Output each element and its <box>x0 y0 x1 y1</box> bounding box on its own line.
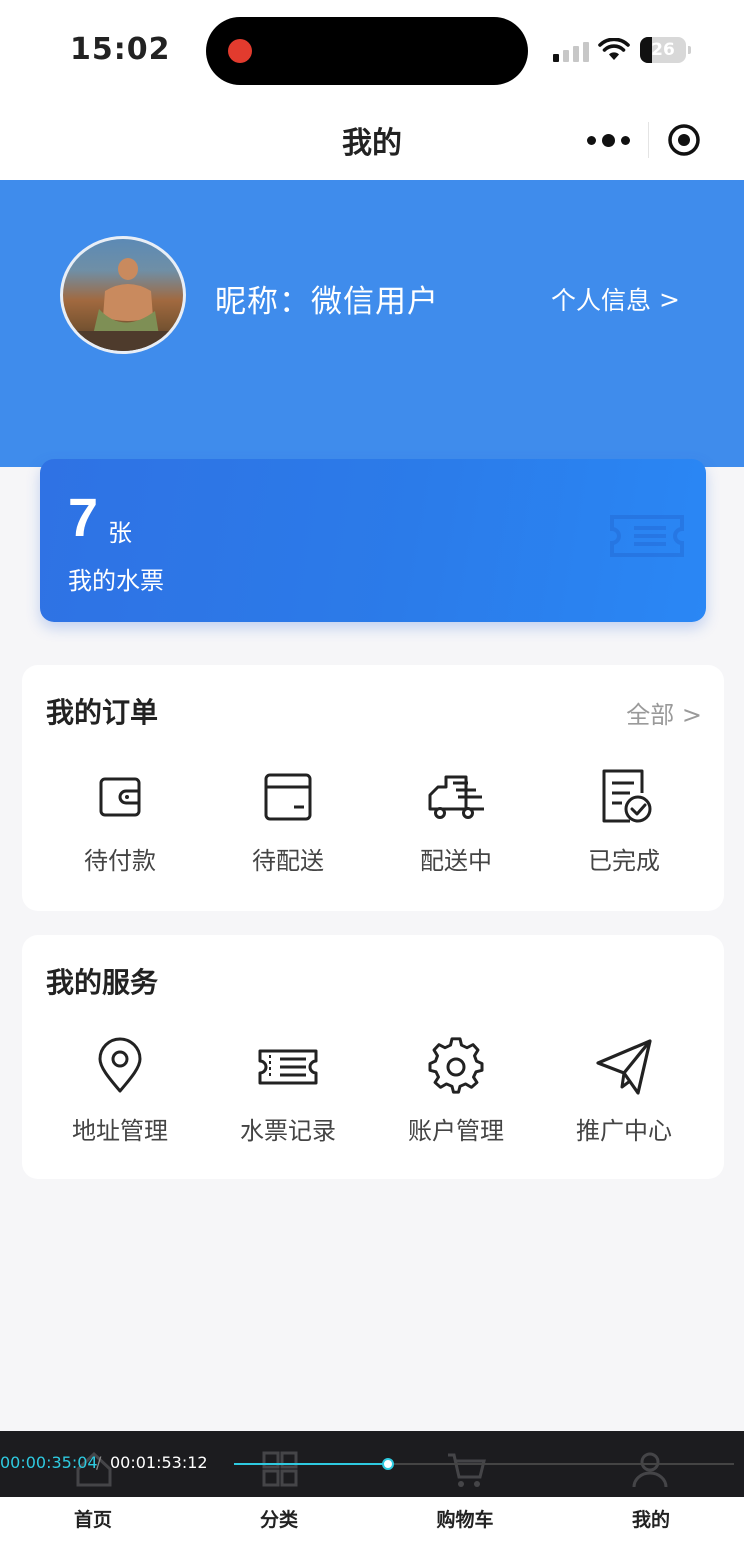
orders-grid: 待付款 待配送 配送中 已完成 <box>22 767 724 876</box>
services-grid: 地址管理 水票记录 账户管理 推广中心 <box>22 1037 724 1146</box>
order-item-label: 已完成 <box>588 847 660 875</box>
tab-label: 我的 <box>631 1509 670 1531</box>
close-miniprogram-button[interactable] <box>649 108 718 172</box>
miniprogram-capsule <box>568 108 718 172</box>
status-bar: 15:02 26 <box>0 0 744 100</box>
order-item-label: 待配送 <box>252 847 324 875</box>
avatar[interactable] <box>60 236 186 354</box>
order-pending-delivery[interactable]: 待配送 <box>204 767 372 876</box>
cellular-signal-icon <box>553 40 589 62</box>
service-item-label: 地址管理 <box>72 1117 168 1145</box>
personal-info-link[interactable]: 个人信息 > <box>551 281 680 317</box>
order-pending-payment[interactable]: 待付款 <box>36 767 204 876</box>
service-promotion-center[interactable]: 推广中心 <box>540 1037 708 1146</box>
ticket-count: 7 <box>68 488 99 548</box>
video-time-separator: / <box>96 1453 102 1472</box>
navigation-bar: 我的 <box>0 100 744 180</box>
location-pin-icon <box>98 1037 142 1093</box>
video-current-time: 00:00:35:04 <box>0 1453 98 1472</box>
orders-panel: 我的订单 全部 > 待付款 待配送 配送中 已完成 <box>22 665 724 911</box>
cart-icon <box>448 1453 486 1487</box>
video-progress-bar[interactable]: 00:00:35:04 / 00:01:53:12 <box>0 1431 744 1497</box>
tab-label: 购物车 <box>436 1509 494 1531</box>
service-account-management[interactable]: 账户管理 <box>372 1037 540 1146</box>
video-total-time: 00:01:53:12 <box>110 1453 208 1472</box>
chevron-right-icon: > <box>659 284 680 314</box>
personal-info-label: 个人信息 <box>551 286 652 315</box>
water-ticket-card[interactable]: 7 张 我的水票 <box>40 459 706 622</box>
paper-plane-icon <box>596 1039 652 1095</box>
orders-title: 我的订单 <box>46 696 159 729</box>
status-time: 15:02 <box>70 32 171 67</box>
user-icon <box>632 1452 668 1488</box>
tab-label: 分类 <box>259 1509 298 1531</box>
ticket-icon <box>258 1049 318 1085</box>
ticket-watermark-icon <box>610 515 684 557</box>
gear-icon <box>428 1037 484 1094</box>
grid-icon <box>262 1451 298 1487</box>
order-item-label: 待付款 <box>84 847 156 875</box>
service-ticket-records[interactable]: 水票记录 <box>204 1037 372 1146</box>
tab-category[interactable]: 分类 <box>186 1497 372 1557</box>
completed-document-icon <box>602 769 652 823</box>
video-seek-handle[interactable] <box>382 1458 394 1470</box>
service-item-label: 推广中心 <box>576 1117 672 1145</box>
order-in-delivery[interactable]: 配送中 <box>372 767 540 876</box>
more-options-button[interactable] <box>568 108 648 172</box>
service-item-label: 水票记录 <box>240 1117 336 1145</box>
wifi-icon <box>598 38 630 60</box>
tab-label: 首页 <box>73 1509 112 1531</box>
order-item-label: 配送中 <box>420 847 492 875</box>
video-seek-track[interactable] <box>234 1458 734 1470</box>
dynamic-island <box>206 17 528 85</box>
ticket-unit: 张 <box>108 519 132 547</box>
services-title: 我的服务 <box>46 966 159 999</box>
recording-indicator-icon <box>228 39 252 63</box>
battery-level: 26 <box>651 40 675 60</box>
order-completed[interactable]: 已完成 <box>540 767 708 876</box>
box-icon <box>264 773 312 821</box>
service-address-management[interactable]: 地址管理 <box>36 1037 204 1146</box>
all-orders-link[interactable]: 全部 > <box>626 695 702 730</box>
delivery-truck-icon <box>428 775 484 819</box>
nickname: 昵称：微信用户 <box>215 284 439 320</box>
video-seek-fill <box>234 1463 388 1465</box>
tab-home[interactable]: 首页 <box>0 1497 186 1557</box>
battery-icon: 26 <box>640 37 691 63</box>
avatar-photo <box>63 258 183 351</box>
wallet-icon <box>99 777 141 817</box>
tab-cart[interactable]: 购物车 <box>372 1497 558 1557</box>
ticket-label: 我的水票 <box>68 567 164 595</box>
service-item-label: 账户管理 <box>408 1117 504 1145</box>
tab-mine[interactable]: 我的 <box>558 1497 744 1557</box>
target-icon <box>667 124 700 156</box>
services-panel: 我的服务 地址管理 水票记录 账户管理 推广中心 <box>22 935 724 1179</box>
tab-bar: 首页 分类 购物车 我的 <box>0 1497 744 1557</box>
